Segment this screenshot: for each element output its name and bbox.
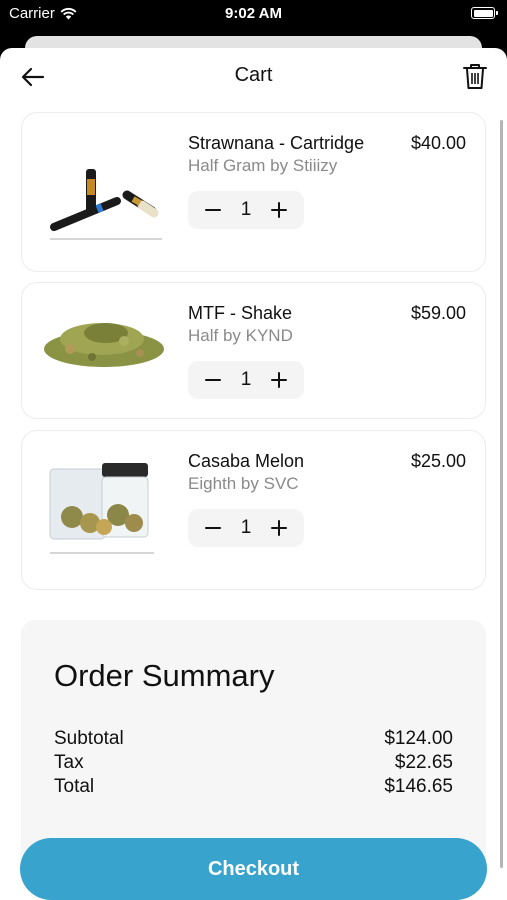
checkout-button[interactable]: Checkout [20, 838, 487, 900]
item-name: MTF - Shake [188, 303, 293, 323]
product-image-flower-shake [42, 303, 167, 383]
item-price: $40.00 [410, 133, 466, 153]
battery-icon [471, 7, 498, 19]
item-price: $59.00 [410, 303, 466, 323]
increment-button[interactable] [260, 509, 298, 547]
item-subtitle: Half Gram by Stiiizy [188, 156, 338, 175]
item-price: $25.00 [410, 451, 466, 471]
status-bar: Carrier 9:02 AM [0, 0, 507, 30]
cart-item-card: Strawnana - Cartridge Half Gram by Stiii… [21, 112, 486, 272]
increment-button[interactable] [260, 361, 298, 399]
cart-sheet: Cart Strawnana - Cartridge Half Gram by … [0, 48, 507, 900]
item-name: Strawnana - Cartridge [188, 133, 365, 153]
item-subtitle: Eighth by SVC [188, 474, 299, 493]
plus-icon [271, 372, 287, 388]
clock: 9:02 AM [225, 5, 282, 22]
quantity-stepper: 1 [188, 509, 304, 547]
item-name: Casaba Melon [188, 451, 305, 471]
subtotal-value: $124.00 [384, 728, 453, 749]
page-title: Cart [234, 64, 273, 86]
product-image-flower-jar [42, 459, 167, 559]
quantity-stepper: 1 [188, 191, 304, 229]
product-image-cartridge [42, 135, 167, 245]
plus-icon [271, 520, 287, 536]
cart-item-card: MTF - Shake Half by KYND $59.00 1 [21, 282, 486, 419]
subtotal-label: Subtotal [54, 728, 124, 749]
tax-row: Tax $22.65 [54, 752, 453, 774]
cart-item-card: Casaba Melon Eighth by SVC $25.00 1 [21, 430, 486, 590]
total-row: Total $146.65 [54, 776, 453, 798]
total-label: Total [54, 776, 95, 797]
nav-bar: Cart [0, 48, 507, 106]
tax-value: $22.65 [394, 752, 453, 773]
quantity-stepper: 1 [188, 361, 304, 399]
tax-label: Tax [54, 752, 84, 773]
total-value: $146.65 [384, 776, 453, 797]
trash-icon[interactable] [461, 61, 489, 91]
plus-icon [271, 202, 287, 218]
summary-heading: Order Summary [54, 658, 275, 693]
subtotal-row: Subtotal $124.00 [54, 728, 453, 750]
scrollbar[interactable] [500, 120, 503, 868]
item-subtitle: Half by KYND [188, 326, 293, 345]
increment-button[interactable] [260, 191, 298, 229]
